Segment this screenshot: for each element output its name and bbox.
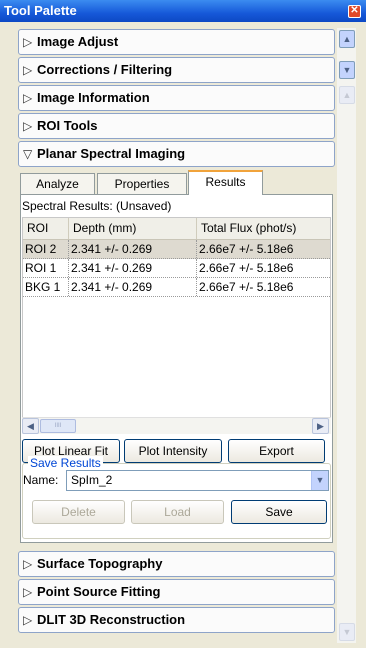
scroll-left-icon[interactable]: ◀ — [22, 418, 39, 434]
scroll-down-icon[interactable]: ▼ — [339, 61, 355, 79]
tab-results[interactable]: Results — [188, 170, 263, 195]
results-title: Spectral Results: (Unsaved) — [22, 199, 172, 213]
section-image-adjust[interactable]: ▷ Image Adjust — [18, 29, 335, 55]
section-label: ROI Tools — [37, 118, 98, 133]
export-button[interactable]: Export — [228, 439, 325, 463]
name-select-value: SpIm_2 — [71, 473, 113, 487]
save-button[interactable]: Save — [231, 500, 327, 524]
triangle-down-icon: ▽ — [23, 147, 33, 161]
cell-flux: 2.66e7 +/- 5.18e6 — [199, 242, 294, 256]
planar-spectral-imaging-panel: Analyze Properties Results Spectral Resu… — [18, 170, 335, 543]
window-title: Tool Palette — [4, 3, 77, 18]
section-dlit-3d-reconstruction[interactable]: ▷ DLIT 3D Reconstruction — [18, 607, 335, 633]
section-label: Corrections / Filtering — [37, 62, 173, 77]
vertical-scrollbar[interactable]: ▲ ▼ ▲ ▼ — [337, 28, 356, 643]
cell-flux: 2.66e7 +/- 5.18e6 — [199, 261, 294, 275]
scroll-right-icon[interactable]: ▶ — [312, 418, 329, 434]
section-corrections-filtering[interactable]: ▷ Corrections / Filtering — [18, 57, 335, 83]
cell-depth: 2.341 +/- 0.269 — [69, 240, 197, 258]
tab-properties[interactable]: Properties — [97, 173, 187, 195]
triangle-right-icon: ▷ — [23, 557, 33, 571]
scroll-down-icon[interactable]: ▼ — [339, 623, 355, 641]
cell-roi: BKG 1 — [23, 278, 69, 296]
section-label: Image Adjust — [37, 34, 119, 49]
load-button[interactable]: Load — [131, 500, 224, 524]
table-row[interactable]: BKG 1 2.341 +/- 0.269 2.66e7 +/- 5.18e6 — [23, 278, 330, 297]
chevron-down-icon[interactable]: ▼ — [311, 471, 328, 490]
triangle-right-icon: ▷ — [23, 63, 33, 77]
results-tab-body: Spectral Results: (Unsaved) ROI Depth (m… — [20, 194, 333, 543]
tab-strip: Analyze Properties Results — [20, 170, 333, 195]
section-point-source-fitting[interactable]: ▷ Point Source Fitting — [18, 579, 335, 605]
triangle-right-icon: ▷ — [23, 35, 33, 49]
save-results-legend: Save Results — [28, 456, 103, 470]
section-image-information[interactable]: ▷ Image Information — [18, 85, 335, 111]
tab-analyze[interactable]: Analyze — [20, 173, 95, 195]
cell-roi: ROI 2 — [23, 240, 69, 258]
cell-depth: 2.341 +/- 0.269 — [69, 278, 197, 296]
cell-roi: ROI 1 — [23, 259, 69, 277]
section-label: Surface Topography — [37, 556, 163, 571]
title-bar[interactable]: Tool Palette ✕ — [0, 0, 366, 22]
section-label: Planar Spectral Imaging — [37, 146, 186, 161]
tool-palette-window: Tool Palette ✕ ▷ Image Adjust ▷ Correction… — [0, 0, 366, 648]
column-header-depth[interactable]: Depth (mm) — [69, 218, 197, 239]
triangle-right-icon: ▷ — [23, 119, 33, 133]
section-label: Image Information — [37, 90, 150, 105]
scrollbar-thumb[interactable]: IIII — [40, 419, 76, 433]
table-header: ROI Depth (mm) Total Flux (phot/s) — [23, 218, 330, 240]
name-label: Name: — [23, 473, 59, 487]
table-row[interactable]: ROI 1 2.341 +/- 0.269 2.66e7 +/- 5.18e6 — [23, 259, 330, 278]
section-label: Point Source Fitting — [37, 584, 161, 599]
save-results-group: Save Results Name: SpIm_2 ▼ Delete Load … — [22, 456, 331, 539]
plot-intensity-button[interactable]: Plot Intensity — [124, 439, 222, 463]
triangle-right-icon: ▷ — [23, 585, 33, 599]
horizontal-scrollbar[interactable]: ◀ IIII ▶ — [22, 417, 331, 434]
section-label: DLIT 3D Reconstruction — [37, 612, 186, 627]
column-header-total-flux[interactable]: Total Flux (phot/s) — [197, 218, 330, 239]
name-select[interactable]: SpIm_2 ▼ — [66, 470, 329, 491]
section-planar-spectral-imaging[interactable]: ▽ Planar Spectral Imaging — [18, 141, 335, 167]
section-surface-topography[interactable]: ▷ Surface Topography — [18, 551, 335, 577]
cell-flux: 2.66e7 +/- 5.18e6 — [199, 280, 294, 294]
triangle-right-icon: ▷ — [23, 91, 33, 105]
palette-content: ▷ Image Adjust ▷ Corrections / Filtering ▷… — [18, 24, 335, 636]
results-table: ROI Depth (mm) Total Flux (phot/s) ROI 2… — [22, 217, 331, 434]
section-roi-tools[interactable]: ▷ ROI Tools — [18, 113, 335, 139]
table-row[interactable]: ROI 2 2.341 +/- 0.269 2.66e7 +/- 5.18e6 — [23, 240, 330, 259]
delete-button[interactable]: Delete — [32, 500, 125, 524]
column-header-roi[interactable]: ROI — [23, 218, 69, 239]
triangle-right-icon: ▷ — [23, 613, 33, 627]
cell-depth: 2.341 +/- 0.269 — [69, 259, 197, 277]
close-icon[interactable]: ✕ — [348, 5, 361, 18]
scroll-up-icon[interactable]: ▲ — [339, 30, 355, 48]
scroll-up-icon[interactable]: ▲ — [339, 86, 355, 104]
